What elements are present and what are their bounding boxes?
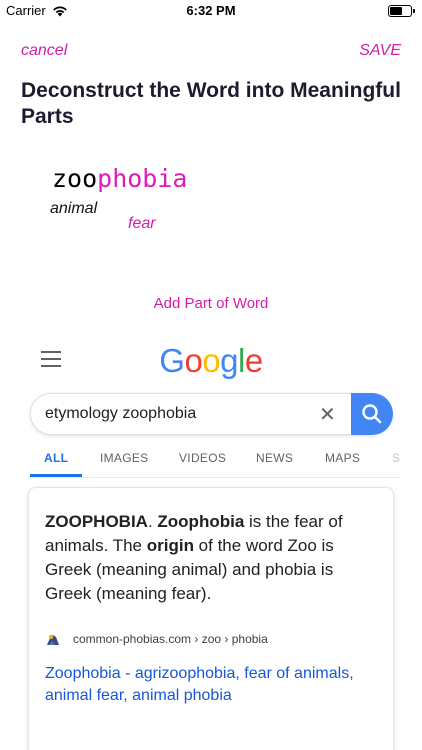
tab-more[interactable]: S xyxy=(392,451,400,465)
logo-letter: o xyxy=(202,342,221,379)
result-card: ZOOPHOBIA. Zoophobia is the fear of anim… xyxy=(28,487,394,750)
tab-videos[interactable]: VIDEOS xyxy=(179,451,226,465)
page-title: Deconstruct the Word into Meaningful Par… xyxy=(21,79,401,128)
word-part-phobia[interactable]: phobia xyxy=(97,164,187,193)
status-bar: Carrier 6:32 PM xyxy=(0,0,422,22)
search-box[interactable]: etymology zoophobia ✕ xyxy=(30,393,393,435)
google-logo: Google xyxy=(0,342,422,380)
save-button[interactable]: SAVE xyxy=(359,42,401,60)
search-icon xyxy=(362,404,382,424)
snippet-bold: origin xyxy=(146,536,194,555)
tab-all[interactable]: ALL xyxy=(44,451,68,465)
tabs-divider xyxy=(30,477,400,478)
result-link[interactable]: Zoophobia - agrizoophobia, fear of anima… xyxy=(45,663,381,707)
featured-snippet: ZOOPHOBIA. Zoophobia is the fear of anim… xyxy=(45,512,343,603)
word-display: zoophobia xyxy=(52,164,187,194)
battery-icon xyxy=(388,5,415,17)
result-source[interactable]: common-phobias.com › zoo › phobia xyxy=(73,632,268,646)
search-button[interactable] xyxy=(351,393,393,435)
snippet-term-2: Zoophobia xyxy=(157,512,245,531)
logo-letter: o xyxy=(184,342,203,379)
tab-maps[interactable]: MAPS xyxy=(325,451,360,465)
site-favicon-icon xyxy=(45,631,61,647)
add-part-button[interactable]: Add Part of Word xyxy=(0,295,422,312)
cancel-button[interactable]: cancel xyxy=(21,42,67,60)
battery-level xyxy=(390,7,402,15)
word-part-zoo[interactable]: zoo xyxy=(52,164,97,193)
search-tabs: ALL IMAGES VIDEOS NEWS MAPS S xyxy=(30,449,400,477)
logo-letter: e xyxy=(244,342,263,379)
meaning-phobia: fear xyxy=(128,215,156,232)
meaning-zoo: animal xyxy=(50,200,98,217)
tab-images[interactable]: IMAGES xyxy=(100,451,148,465)
snippet-term: ZOOPHOBIA xyxy=(45,512,148,531)
clear-icon[interactable]: ✕ xyxy=(319,402,336,427)
logo-letter: l xyxy=(238,342,245,379)
tab-news[interactable]: NEWS xyxy=(256,451,293,465)
logo-letter: g xyxy=(220,342,239,379)
search-input[interactable]: etymology zoophobia xyxy=(45,405,196,423)
logo-letter: G xyxy=(159,342,185,379)
clock: 6:32 PM xyxy=(186,3,236,18)
